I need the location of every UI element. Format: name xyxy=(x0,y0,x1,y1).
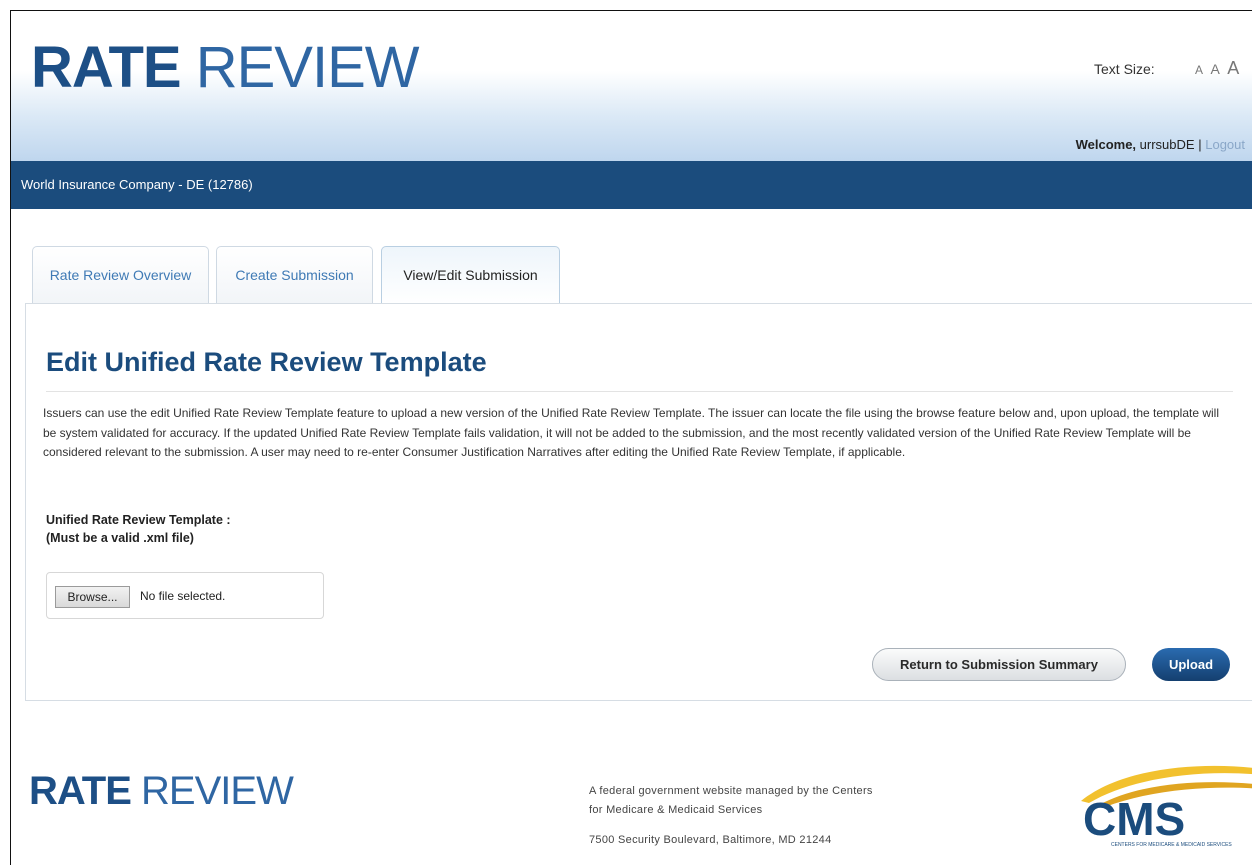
footer-logo-bold-text: RATE xyxy=(29,769,132,813)
upload-button[interactable]: Upload xyxy=(1152,648,1230,681)
rate-review-logo[interactable]: RATE REVIEW xyxy=(31,39,420,97)
page-title: Edit Unified Rate Review Template xyxy=(46,347,487,377)
cms-logo-text: CMS xyxy=(1083,793,1185,845)
footer-rate-review-logo[interactable]: RATE REVIEW xyxy=(29,769,294,813)
welcome-bar: Welcome, urrsubDE | Logout xyxy=(1076,137,1245,152)
file-status-text: No file selected. xyxy=(140,589,226,603)
title-divider xyxy=(46,391,1233,392)
file-upload-field: Browse... No file selected. xyxy=(46,572,324,619)
tab-label: View/Edit Submission xyxy=(403,267,538,283)
logo-bold-text: RATE xyxy=(31,35,182,100)
description-text: Issuers can use the edit Unified Rate Re… xyxy=(43,406,1220,459)
footer-address: 7500 Security Boulevard, Baltimore, MD 2… xyxy=(589,834,832,846)
federal-notice: A federal government website managed by … xyxy=(589,782,873,820)
tab-view-edit-submission[interactable]: View/Edit Submission xyxy=(381,246,560,304)
tab-label: Create Submission xyxy=(235,267,354,283)
template-field-label: Unified Rate Review Template : (Must be … xyxy=(46,511,231,547)
welcome-separator: | xyxy=(1198,137,1202,152)
cms-logo[interactable]: CMS CENTERS FOR MEDICARE & MEDICAID SERV… xyxy=(1063,759,1252,849)
text-size-small-button[interactable]: A xyxy=(1195,63,1203,77)
logout-link[interactable]: Logout xyxy=(1205,137,1245,152)
footer-logo-light-text: REVIEW xyxy=(141,769,294,813)
edit-template-panel: Edit Unified Rate Review Template Issuer… xyxy=(25,303,1252,701)
text-size-label: Text Size: xyxy=(1094,61,1155,77)
tab-rate-review-overview[interactable]: Rate Review Overview xyxy=(32,246,209,303)
welcome-label: Welcome, xyxy=(1075,137,1137,152)
logo-light-text: REVIEW xyxy=(195,35,420,100)
username: urrsubDE xyxy=(1139,137,1195,152)
tab-label: Rate Review Overview xyxy=(49,267,192,283)
field-label-text: Unified Rate Review Template : xyxy=(46,513,231,527)
page-frame: RATE REVIEW Text Size: A A A Welcome, ur… xyxy=(10,10,1252,865)
federal-notice-line2: for Medicare & Medicaid Services xyxy=(589,804,763,816)
site-header: RATE REVIEW Text Size: A A A Welcome, ur… xyxy=(11,11,1252,161)
browse-button[interactable]: Browse... xyxy=(55,586,130,608)
federal-notice-line1: A federal government website managed by … xyxy=(589,785,873,797)
cms-logo-subtext: CENTERS FOR MEDICARE & MEDICAID SERVICES xyxy=(1111,842,1232,848)
tab-create-submission[interactable]: Create Submission xyxy=(216,246,373,303)
text-size-medium-button[interactable]: A xyxy=(1210,61,1219,77)
return-to-summary-button[interactable]: Return to Submission Summary xyxy=(872,648,1126,681)
field-hint-text: (Must be a valid .xml file) xyxy=(46,531,194,545)
organization-bar: World Insurance Company - DE (12786) xyxy=(11,161,1252,209)
text-size-large-button[interactable]: A xyxy=(1227,58,1239,78)
organization-name: World Insurance Company - DE (12786) xyxy=(21,177,253,192)
text-size-controls: A A A xyxy=(1195,58,1242,79)
